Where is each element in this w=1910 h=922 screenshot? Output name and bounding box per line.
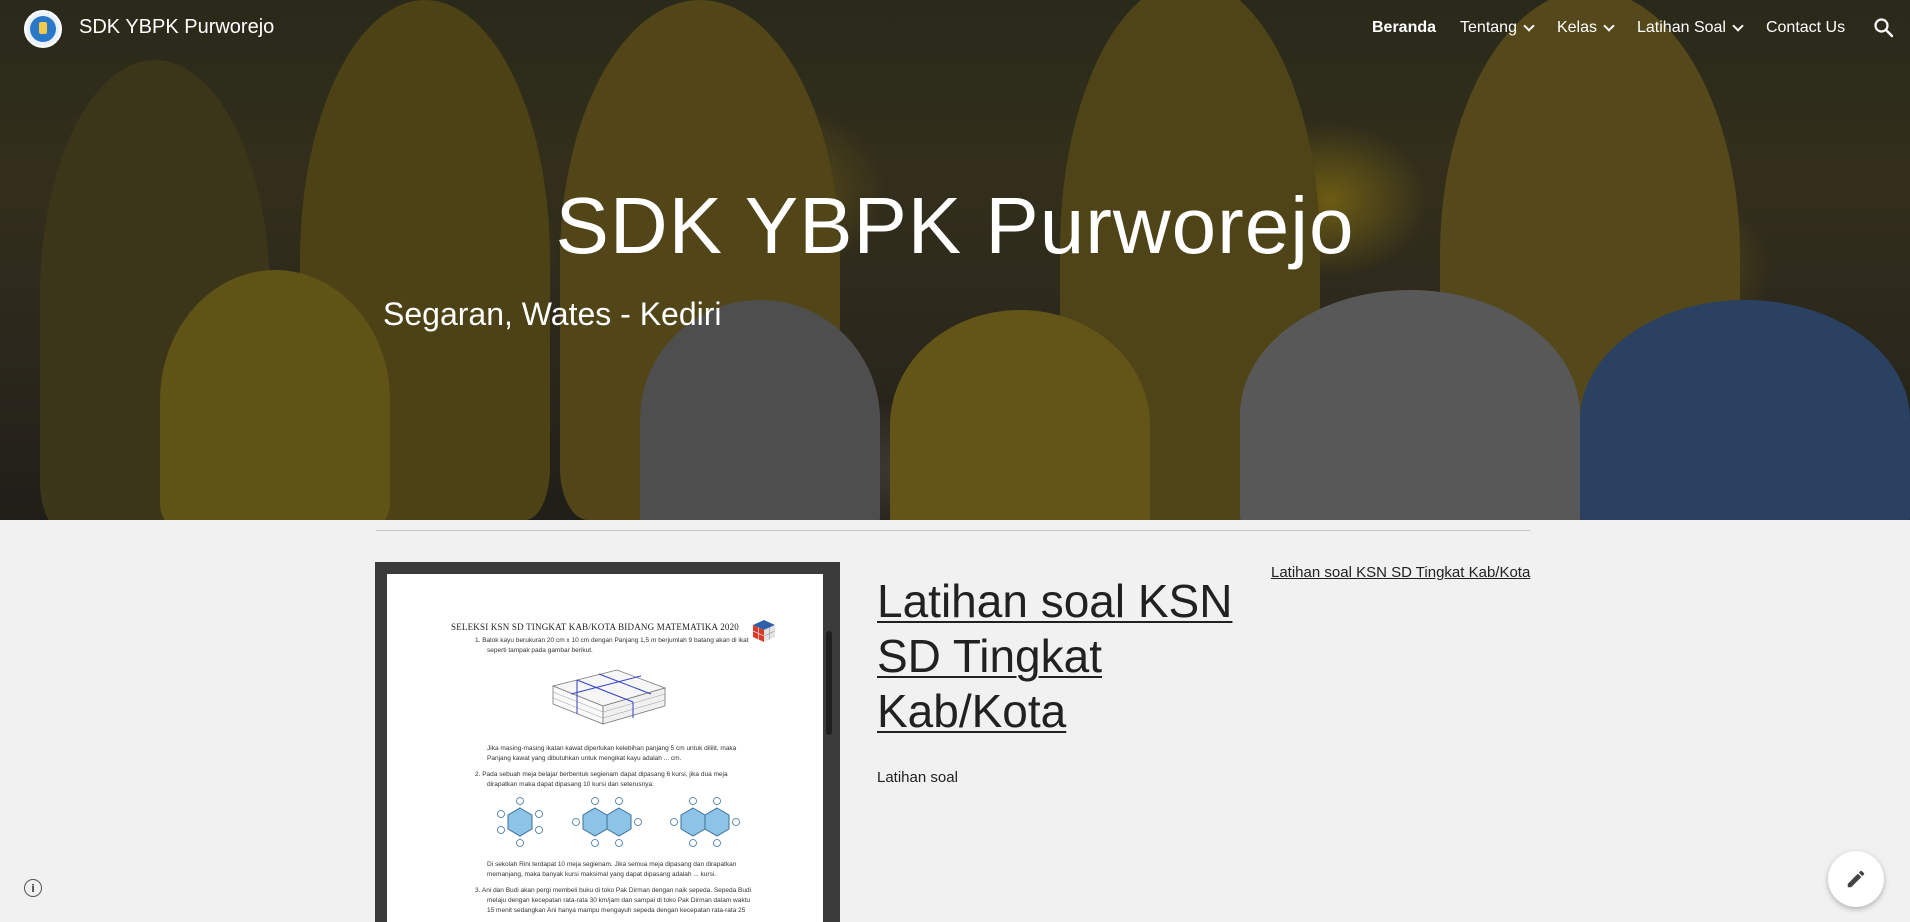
hero-subtitle: Segaran, Wates - Kediri — [383, 296, 722, 332]
document-line: 3. Ani dan Budi akan pergi membeli buku … — [475, 887, 752, 894]
nav-item-label: Beranda — [1372, 19, 1437, 36]
embedded-document-viewer[interactable]: SELEKSI KSN SD TINGKAT KAB/KOTA BIDANG M… — [375, 562, 840, 922]
nav-item-beranda[interactable]: Beranda — [1372, 19, 1436, 37]
document-line: 1. Balok kayu berukuran 20 cm x 10 cm de… — [475, 637, 749, 644]
hero-title: SDK YBPK Purworejo — [555, 181, 1355, 270]
document-line: melaju dengan kecepatan rata-rata 30 km/… — [487, 897, 751, 904]
rubiks-cube-icon — [752, 620, 776, 642]
document-line: dirapatkan maka dapat dipasang 10 kursi … — [487, 781, 654, 788]
nav-item-label: Tentang — [1460, 19, 1517, 36]
nav-item-label: Latihan Soal — [1637, 19, 1726, 36]
site-name-link[interactable]: SDK YBPK Purworejo — [79, 16, 274, 39]
document-line: memanjang, maka banyak kursi maksimal ya… — [487, 871, 717, 878]
hero-banner: SDK YBPK Purworejo Segaran, Wates - Kedi… — [0, 0, 1910, 520]
site-logo[interactable] — [24, 10, 62, 48]
edit-button[interactable] — [1828, 851, 1884, 907]
document-line: Panjang kawat yang dibutuhkan untuk meng… — [487, 755, 682, 762]
document-line: seperti tampak pada gambar berikut. — [487, 647, 593, 654]
document-line: Jika masing-masing ikatan kawat diperluk… — [487, 745, 737, 752]
nav-item-tentang[interactable]: Tentang — [1460, 19, 1535, 37]
search-icon[interactable] — [1872, 16, 1896, 40]
document-line: 15 menit sedangkan Ani hanya mampu menga… — [487, 907, 746, 914]
sidebar-link[interactable]: Latihan soal KSN SD Tingkat Kab/Kota — [1271, 564, 1530, 581]
document-line: 2. Pada sebuah meja belajar berbentuk se… — [475, 771, 728, 778]
main-nav: Beranda Tentang Kelas Latihan Soal Conta… — [1372, 19, 1869, 37]
document-title: SELEKSI KSN SD TINGKAT KAB/KOTA BIDANG M… — [451, 622, 740, 632]
chevron-down-icon[interactable] — [1732, 20, 1744, 32]
viewer-scrollbar[interactable] — [826, 631, 832, 735]
wood-bundle-figure — [551, 669, 667, 725]
nav-item-contact-us[interactable]: Contact Us — [1766, 19, 1845, 37]
chevron-down-icon[interactable] — [1523, 20, 1535, 32]
info-icon[interactable]: i — [24, 879, 42, 897]
nav-item-kelas[interactable]: Kelas — [1556, 19, 1615, 37]
document-line: Di sekolah Rini terdapat 10 meja segiena… — [487, 861, 737, 868]
post-title-link[interactable]: Latihan soal KSN SD Tingkat Kab/Kota — [877, 574, 1277, 739]
nav-item-label: Kelas — [1556, 19, 1597, 36]
section-divider — [376, 530, 1530, 531]
nav-item-latihan-soal[interactable]: Latihan Soal — [1637, 19, 1744, 37]
document-page: SELEKSI KSN SD TINGKAT KAB/KOTA BIDANG M… — [387, 574, 823, 922]
logo-emblem-icon — [30, 16, 56, 42]
post-description: Latihan soal — [877, 769, 958, 786]
hexagon-tables-figure — [497, 797, 740, 847]
pencil-icon — [1847, 870, 1865, 888]
chevron-down-icon[interactable] — [1603, 20, 1615, 32]
nav-item-label: Contact Us — [1765, 19, 1846, 36]
site-header: SDK YBPK Purworejo Beranda Tentang Kelas… — [0, 0, 1910, 58]
